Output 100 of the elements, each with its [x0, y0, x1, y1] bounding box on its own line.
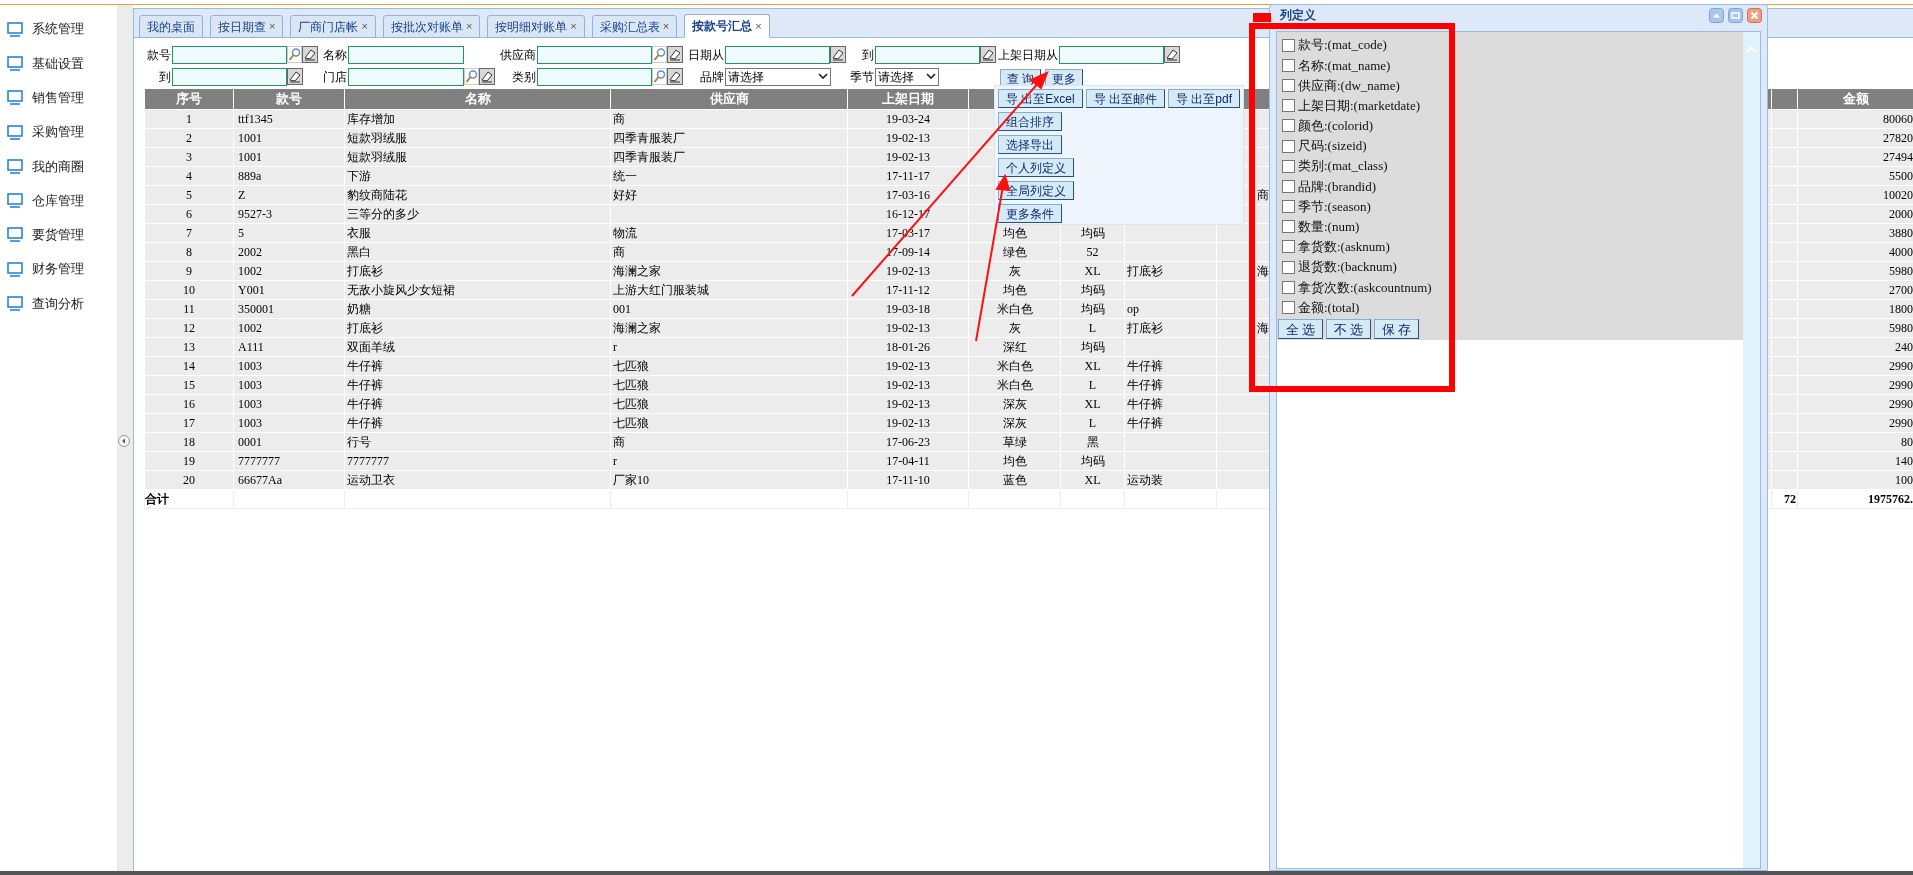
- table-cell: 19-02-13: [847, 147, 969, 166]
- button[interactable]: 全 选: [1278, 318, 1323, 339]
- table-cell: 350001: [233, 299, 345, 318]
- tab[interactable]: 按日期查 ×: [210, 15, 284, 38]
- monitor-icon[interactable]: [7, 21, 23, 37]
- close-tab-button[interactable]: ×: [361, 18, 368, 35]
- eraser-icon[interactable]: [667, 68, 683, 85]
- close-icon[interactable]: [1747, 8, 1762, 23]
- restore-icon[interactable]: [1728, 8, 1743, 23]
- column-header[interactable]: 序号: [144, 89, 234, 109]
- table-cell: 17: [144, 413, 234, 432]
- table-cell: 1003: [233, 356, 345, 375]
- sidebar-item[interactable]: 销售管理: [0, 80, 117, 115]
- tab[interactable]: 按明细对账单 ×: [487, 15, 585, 38]
- close-tab-button[interactable]: ×: [662, 18, 670, 35]
- tab[interactable]: 厂商门店帐 ×: [290, 15, 376, 38]
- monitor-icon[interactable]: [7, 193, 23, 209]
- menu-item[interactable]: 导 出至pdf: [1168, 89, 1241, 108]
- menu-item[interactable]: 全局列定义: [998, 181, 1074, 200]
- menu-item[interactable]: 个人列定义: [998, 158, 1074, 177]
- checkbox[interactable]: [1282, 280, 1295, 294]
- checkbox[interactable]: [1282, 200, 1295, 214]
- sidebar-item[interactable]: 基础设置: [0, 46, 117, 81]
- checkbox[interactable]: [1282, 260, 1295, 274]
- annotation-mark: [1253, 13, 1271, 22]
- monitor-icon[interactable]: [7, 55, 23, 71]
- input-field[interactable]: [348, 67, 464, 86]
- checkbox-label: 季节:(season): [1298, 197, 1371, 216]
- monitor-icon[interactable]: [7, 296, 23, 311]
- column-header[interactable]: 供应商: [610, 89, 848, 109]
- checkbox[interactable]: [1282, 99, 1295, 113]
- table-cell: 四季青服装厂: [610, 128, 848, 147]
- tab[interactable]: 按批次对账单 ×: [382, 15, 481, 38]
- table-cell: 19-02-13: [847, 128, 969, 147]
- field-label: 日期从: [687, 46, 724, 64]
- checkbox[interactable]: [1282, 220, 1295, 234]
- eraser-icon[interactable]: [479, 68, 495, 85]
- table-cell: 双面羊绒: [344, 337, 611, 356]
- dropdown[interactable]: 请选择: [875, 67, 939, 86]
- monitor-icon[interactable]: [7, 227, 23, 243]
- tab[interactable]: 按款号汇总 ×: [684, 14, 770, 38]
- eraser-icon[interactable]: [667, 46, 683, 63]
- eraser-icon[interactable]: [287, 68, 303, 85]
- eraser-icon[interactable]: [302, 46, 318, 63]
- checkbox[interactable]: [1282, 58, 1295, 72]
- menu-item[interactable]: 导 出至邮件: [1085, 89, 1166, 108]
- monitor-icon[interactable]: [7, 158, 23, 174]
- checkbox[interactable]: [1282, 179, 1295, 193]
- checkbox[interactable]: [1282, 78, 1295, 92]
- close-tab-button[interactable]: ×: [755, 17, 762, 35]
- input-field[interactable]: [725, 45, 830, 64]
- input-field[interactable]: [348, 45, 464, 64]
- input-field[interactable]: [172, 67, 287, 86]
- input-field[interactable]: [537, 67, 652, 86]
- eraser-icon[interactable]: [1164, 46, 1180, 63]
- table-cell: 16: [144, 394, 234, 413]
- menu-item[interactable]: 更多条件: [998, 204, 1062, 223]
- checkbox[interactable]: [1282, 159, 1295, 173]
- checkbox[interactable]: [1282, 119, 1295, 133]
- checkbox-label: 拿货数:(asknum): [1298, 238, 1390, 257]
- button[interactable]: 不 选: [1326, 318, 1371, 339]
- monitor-icon[interactable]: [7, 124, 23, 140]
- input-field[interactable]: [1059, 45, 1164, 64]
- input-field[interactable]: [537, 45, 652, 64]
- scrollbar[interactable]: [1743, 32, 1760, 868]
- column-header[interactable]: 名称: [344, 89, 611, 109]
- button[interactable]: 更多: [1045, 68, 1084, 87]
- menu-item[interactable]: 选择导出: [998, 135, 1062, 154]
- sidebar-item[interactable]: 财务管理: [0, 252, 117, 287]
- sidebar-item[interactable]: 系统管理: [0, 12, 117, 47]
- sidebar-item[interactable]: 查询分析: [0, 286, 117, 321]
- sidebar-item[interactable]: 仓库管理: [0, 183, 117, 218]
- input-field[interactable]: [875, 45, 980, 64]
- checkbox[interactable]: [1282, 240, 1295, 254]
- checkbox-label: 退货数:(backnum): [1298, 258, 1397, 277]
- collapse-icon[interactable]: [118, 435, 130, 447]
- checkbox[interactable]: [1282, 38, 1295, 52]
- column-header[interactable]: 上架日期: [847, 89, 969, 109]
- checkbox[interactable]: [1282, 139, 1295, 153]
- checkbox[interactable]: [1282, 301, 1295, 315]
- table-cell: 七匹狼: [610, 356, 848, 375]
- table-cell: 米白色: [968, 375, 1061, 394]
- close-tab-button[interactable]: ×: [465, 18, 473, 35]
- column-header[interactable]: 款号: [233, 89, 345, 109]
- sidebar-item[interactable]: 采购管理: [0, 114, 117, 150]
- column-header[interactable]: 金额: [1797, 89, 1913, 109]
- close-tab-button[interactable]: ×: [570, 18, 577, 35]
- eraser-icon[interactable]: [980, 46, 996, 63]
- tab[interactable]: 采购汇总表 ×: [591, 15, 678, 38]
- close-tab-button[interactable]: ×: [269, 18, 276, 35]
- monitor-icon[interactable]: [7, 90, 23, 106]
- monitor-icon[interactable]: [7, 261, 23, 277]
- tab[interactable]: 我的桌面: [139, 15, 203, 38]
- sidebar-item[interactable]: 要货管理: [0, 217, 117, 253]
- menu-item[interactable]: 组合排序: [998, 112, 1062, 131]
- sidebar-item[interactable]: 我的商圈: [0, 149, 117, 184]
- button[interactable]: 保 存: [1374, 318, 1419, 339]
- dropdown[interactable]: 请选择: [725, 67, 831, 86]
- eraser-icon[interactable]: [830, 46, 846, 63]
- input-field[interactable]: [172, 45, 287, 64]
